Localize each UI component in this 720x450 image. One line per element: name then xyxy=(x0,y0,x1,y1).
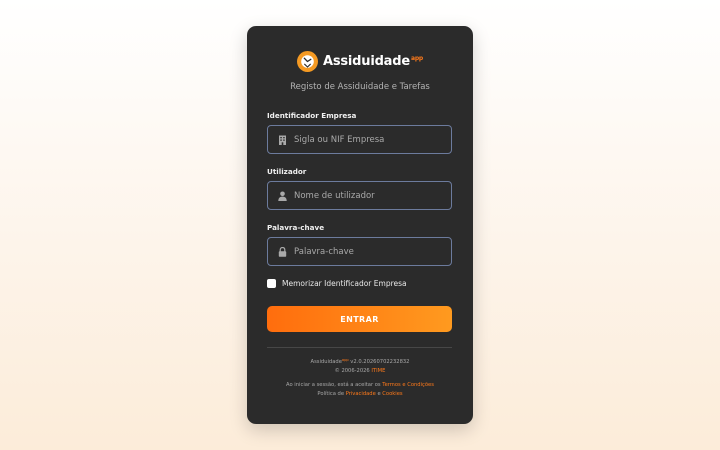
footer-privacy: Política de Privacidade e Cookies xyxy=(247,391,473,397)
user-field[interactable] xyxy=(267,181,452,210)
building-icon xyxy=(270,135,294,145)
footer-terms-text: Ao iniciar a sessão, está a aceitar os xyxy=(286,382,383,388)
remember-row[interactable]: Memorizar Identificador Empresa xyxy=(267,279,407,288)
footer-company-link[interactable]: ITIME xyxy=(371,368,385,374)
privacy-link[interactable]: Privacidade xyxy=(346,391,376,397)
page-subtitle: Registo de Assiduidade e Tarefas xyxy=(290,82,430,92)
footer-divider xyxy=(267,347,452,348)
footer-version-number: v2.0.20260702232832 xyxy=(348,359,410,365)
footer-terms: Ao iniciar a sessão, está a aceitar os T… xyxy=(247,382,473,388)
brand-name-text: Assiduidade xyxy=(322,53,410,69)
lock-icon xyxy=(270,246,294,257)
login-button[interactable]: ENTRAR xyxy=(267,306,452,332)
terms-link[interactable]: Termos e Condições xyxy=(382,382,434,388)
user-label: Utilizador xyxy=(267,167,307,176)
footer-privacy-text: Política de xyxy=(317,391,346,397)
footer-copyright-text: © 2006-2026 xyxy=(334,368,372,374)
brand-header: Assiduidadeapp xyxy=(247,50,473,72)
brand-superscript: app xyxy=(410,54,424,62)
footer-app-name: Assiduidade xyxy=(310,359,342,365)
login-card: Assiduidadeapp Registo de Assiduidade e … xyxy=(247,26,473,424)
footer-app-sup: app xyxy=(341,358,349,362)
password-input[interactable] xyxy=(294,246,444,257)
user-icon xyxy=(270,191,294,201)
brand-name: Assiduidadeapp xyxy=(323,54,423,69)
remember-label: Memorizar Identificador Empresa xyxy=(282,279,407,288)
company-field[interactable] xyxy=(267,125,452,154)
password-label: Palavra-chave xyxy=(267,223,325,232)
company-input[interactable] xyxy=(294,134,444,145)
company-label: Identificador Empresa xyxy=(267,111,357,120)
clock-logo-icon xyxy=(296,50,318,72)
cookies-link[interactable]: Cookies xyxy=(382,391,402,397)
footer-copyright: © 2006-2026 ITIME xyxy=(247,368,473,374)
footer-version: Assiduidadeapp v2.0.20260702232832 xyxy=(247,358,473,365)
password-field[interactable] xyxy=(267,237,452,266)
user-input[interactable] xyxy=(294,190,444,201)
remember-checkbox[interactable] xyxy=(267,279,276,288)
